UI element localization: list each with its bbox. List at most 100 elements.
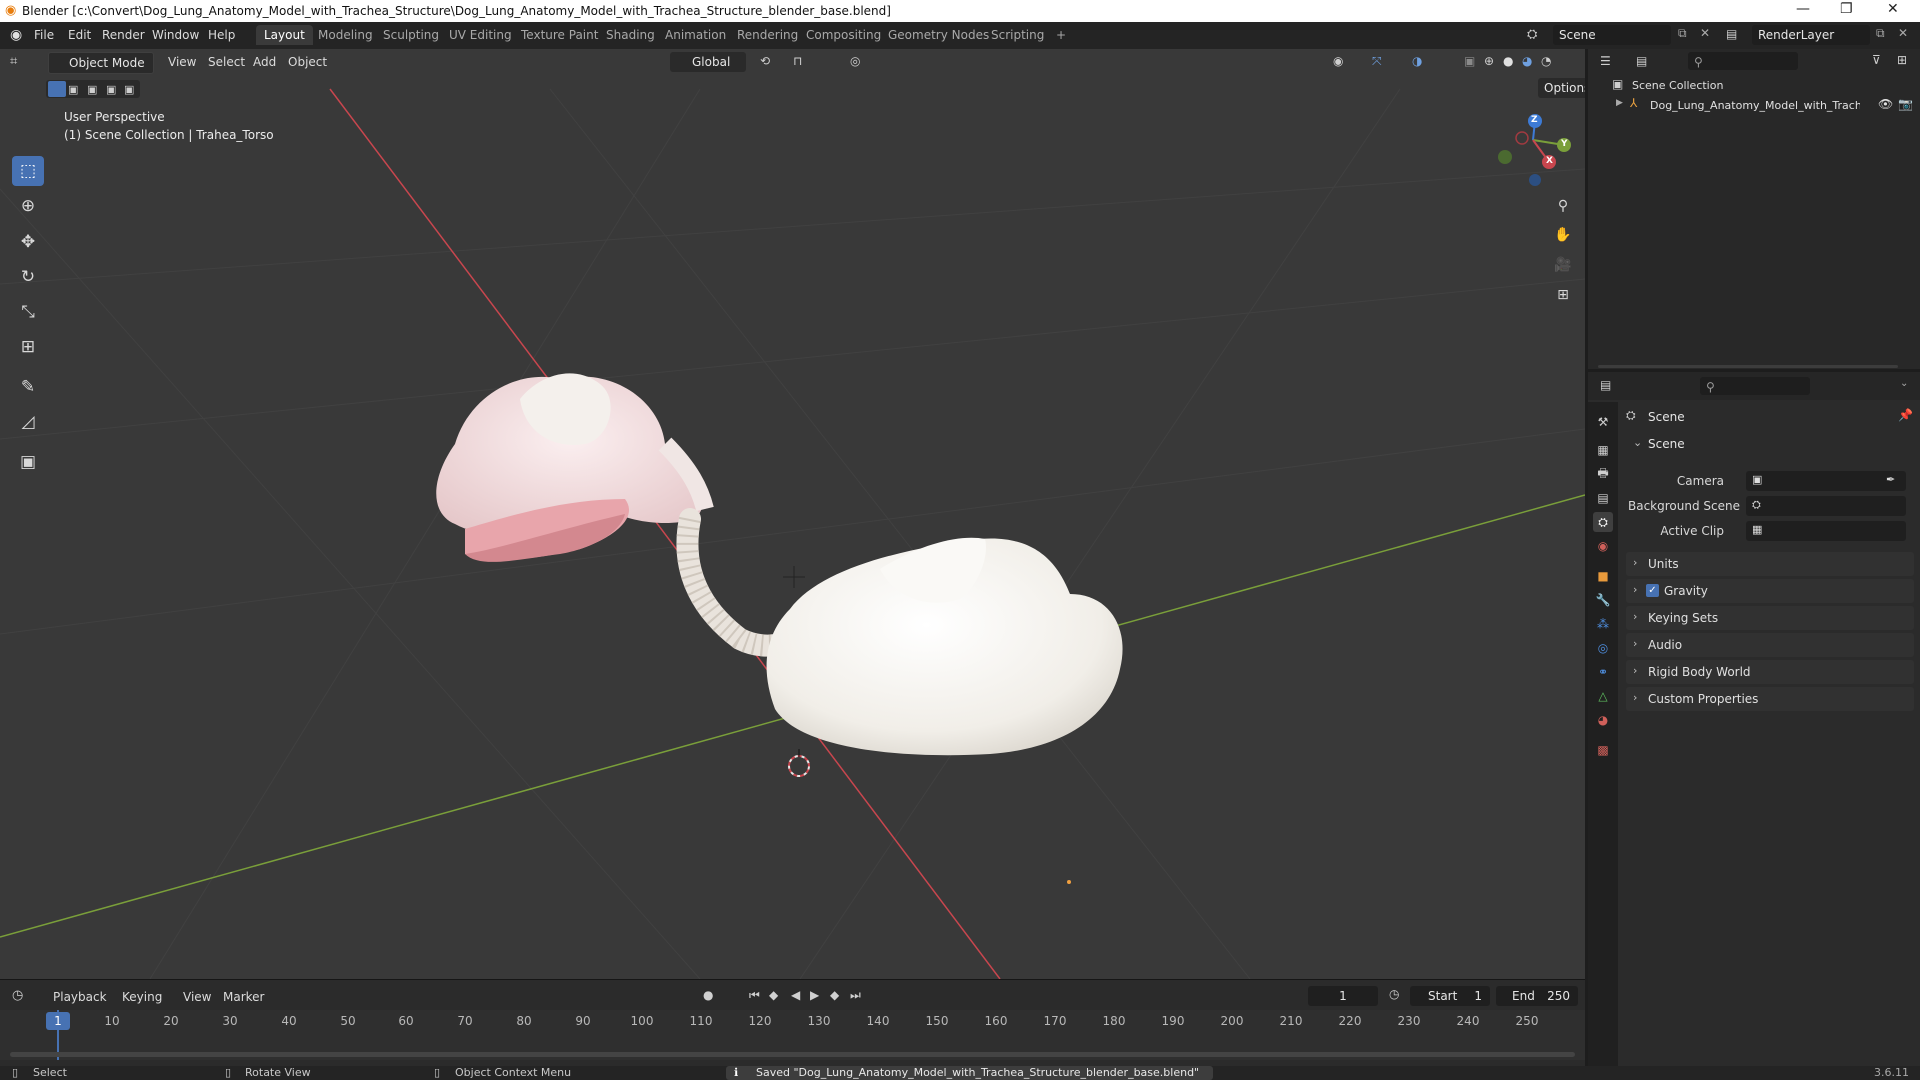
timeline-menu-keying[interactable]: Keying — [122, 990, 162, 1004]
transform-orientation-selector[interactable]: Global — [670, 52, 746, 72]
panel-units[interactable]: › Units — [1626, 552, 1914, 576]
select-box-tool-icon[interactable]: ⬚ — [12, 156, 44, 186]
start-frame-field[interactable]: Start 1 — [1410, 986, 1490, 1006]
select-subtract-icon[interactable]: ▣ — [87, 83, 97, 96]
tab-compositing[interactable]: Compositing — [798, 25, 889, 45]
timeline-editor[interactable]: ◷ Playback Keying View Marker ● ⏮ ◆ ◀ ▶ … — [0, 979, 1585, 1066]
menu-edit[interactable]: Edit — [68, 28, 91, 42]
outliner-editor[interactable]: ☰ ▤ ⚲ ⊽ ⊞ ▣ Scene Collection ▶ ⅄ Dog_Lun… — [1588, 49, 1920, 369]
overlays-icon[interactable]: ◑ — [1412, 54, 1422, 68]
add-cube-tool-icon[interactable]: ▣ — [12, 447, 44, 477]
texture-tab-icon[interactable]: ▩ — [1593, 740, 1613, 760]
tab-texture-paint[interactable]: Texture Paint — [513, 25, 606, 45]
transform-tool-icon[interactable]: ⊞ — [12, 332, 44, 362]
new-collection-icon[interactable]: ⊞ — [1897, 53, 1907, 67]
panel-custom-properties[interactable]: › Custom Properties — [1626, 687, 1914, 711]
properties-editor-type-icon[interactable]: ▤ — [1600, 378, 1611, 392]
visibility-icon[interactable]: ◉ — [1333, 54, 1343, 68]
end-frame-field[interactable]: End 250 — [1496, 986, 1578, 1006]
tab-scripting[interactable]: Scripting — [983, 25, 1052, 45]
active-clip-field[interactable]: ▦ — [1746, 521, 1906, 541]
eyedropper-icon[interactable]: ✒ — [1886, 473, 1895, 486]
gravity-checkbox[interactable]: ✓ — [1646, 584, 1659, 597]
object-tab-icon[interactable]: ■ — [1593, 566, 1613, 586]
pan-hand-icon[interactable]: ✋ — [1550, 222, 1576, 248]
properties-options-icon[interactable]: ⌄ — [1900, 378, 1908, 389]
current-frame-field[interactable]: 1 — [1308, 986, 1378, 1006]
mode-selector[interactable]: Object Mode — [48, 52, 154, 74]
status-report-message[interactable]: ℹ Saved "Dog_Lung_Anatomy_Model_with_Tra… — [726, 1066, 1214, 1080]
jump-keyframe-back-icon[interactable]: ◆ — [769, 988, 778, 1002]
scene-tab-icon[interactable]: ⛭ — [1593, 512, 1613, 532]
select-intersect-icon[interactable]: ▣ — [124, 83, 134, 96]
3d-cursor[interactable] — [788, 749, 810, 777]
menu-render[interactable]: Render — [102, 28, 145, 42]
tab-modeling[interactable]: Modeling — [310, 25, 381, 45]
menu-window[interactable]: Window — [152, 28, 199, 42]
select-new-icon[interactable] — [48, 81, 66, 97]
tab-geometry-nodes[interactable]: Geometry Nodes — [880, 25, 997, 45]
viewport-menu-view[interactable]: View — [168, 55, 196, 69]
cursor-tool-icon[interactable]: ⊕ — [12, 191, 44, 221]
output-tab-icon[interactable]: 🖶 — [1593, 464, 1613, 484]
render-camera-icon[interactable]: 📷 — [1898, 97, 1913, 111]
snap-icon[interactable]: ⊓ — [793, 54, 802, 68]
modifiers-tab-icon[interactable]: 🔧 — [1593, 590, 1613, 610]
view-layer-tab-icon[interactable]: ▤ — [1593, 488, 1613, 508]
timeline-menu-playback[interactable]: Playback — [53, 990, 107, 1004]
tab-sculpting[interactable]: Sculpting — [375, 25, 447, 45]
timeline-menu-marker[interactable]: Marker — [223, 990, 264, 1004]
maximize-button[interactable]: ❐ — [1840, 1, 1853, 17]
tab-animation[interactable]: Animation — [657, 25, 734, 45]
close-button[interactable]: ✕ — [1887, 1, 1899, 17]
camera-field[interactable]: ▣ ✒ — [1746, 471, 1906, 491]
add-workspace-button[interactable]: + — [1048, 25, 1074, 45]
gizmos-icon[interactable]: ⤧ — [1372, 54, 1382, 69]
tab-uv-editing[interactable]: UV Editing — [441, 25, 520, 45]
outliner-editor-type-icon[interactable]: ☰ — [1600, 54, 1611, 68]
camera-view-icon[interactable]: 🎥 — [1550, 252, 1576, 278]
timeline-scrollbar[interactable] — [10, 1052, 1575, 1057]
scene-selector[interactable]: Scene — [1553, 25, 1671, 45]
visibility-eye-icon[interactable]: 👁 — [1878, 97, 1893, 111]
timeline-menu-view[interactable]: View — [183, 990, 211, 1004]
select-invert-icon[interactable]: ▣ — [106, 83, 116, 96]
tool-tab-icon[interactable]: ⚒ — [1593, 412, 1613, 432]
tab-rendering[interactable]: Rendering — [729, 25, 806, 45]
perspective-toggle-icon[interactable]: ⊞ — [1550, 282, 1576, 308]
rotate-tool-icon[interactable]: ↻ — [12, 262, 44, 292]
lung-model[interactable] — [766, 537, 1123, 756]
pin-icon[interactable]: 📌 — [1898, 408, 1913, 422]
viewport-menu-object[interactable]: Object — [288, 55, 327, 69]
physics-tab-icon[interactable]: ◎ — [1593, 638, 1613, 658]
panel-rigid-body-world[interactable]: › Rigid Body World — [1626, 660, 1914, 684]
rendered-shading-icon[interactable]: ◔ — [1541, 54, 1551, 68]
timeline-ruler[interactable]: 1 10 20 30 40 50 60 70 80 90 100 110 120… — [0, 1010, 1585, 1060]
scene-panel-header[interactable]: ⌄ Scene — [1626, 432, 1914, 456]
play-icon[interactable]: ▶ — [810, 988, 819, 1002]
menu-help[interactable]: Help — [208, 28, 235, 42]
scale-tool-icon[interactable]: ⤡ — [12, 297, 44, 327]
delete-renderlayer-icon[interactable]: ✕ — [1898, 26, 1908, 40]
new-scene-icon[interactable]: ⧉ — [1678, 26, 1687, 41]
filter-icon[interactable]: ⊽ — [1872, 53, 1881, 67]
play-reverse-icon[interactable]: ◀ — [791, 988, 800, 1002]
record-icon[interactable]: ● — [703, 988, 713, 1002]
expand-arrow-icon[interactable]: ▶ — [1616, 98, 1623, 108]
proportional-editing-icon[interactable]: ◎ — [850, 54, 860, 68]
properties-search-field[interactable]: ⚲ — [1700, 377, 1810, 395]
material-tab-icon[interactable]: ◕ — [1593, 710, 1613, 730]
jump-keyframe-forward-icon[interactable]: ◆ — [830, 988, 839, 1002]
measure-tool-icon[interactable]: ◿ — [12, 407, 44, 437]
select-extend-icon[interactable]: ▣ — [68, 83, 78, 96]
render-tab-icon[interactable]: ▦ — [1593, 440, 1613, 460]
panel-audio[interactable]: › Audio — [1626, 633, 1914, 657]
viewport-menu-add[interactable]: Add — [253, 55, 276, 69]
background-scene-field[interactable]: ⛭ — [1746, 496, 1906, 516]
delete-scene-icon[interactable]: ✕ — [1700, 26, 1710, 40]
pivot-point-icon[interactable]: ⟲ — [760, 54, 770, 68]
preview-range-icon[interactable]: ◷ — [1389, 987, 1399, 1001]
panel-keying-sets[interactable]: › Keying Sets — [1626, 606, 1914, 630]
new-renderlayer-icon[interactable]: ⧉ — [1876, 26, 1885, 41]
panel-gravity[interactable]: › ✓ Gravity — [1626, 579, 1914, 603]
